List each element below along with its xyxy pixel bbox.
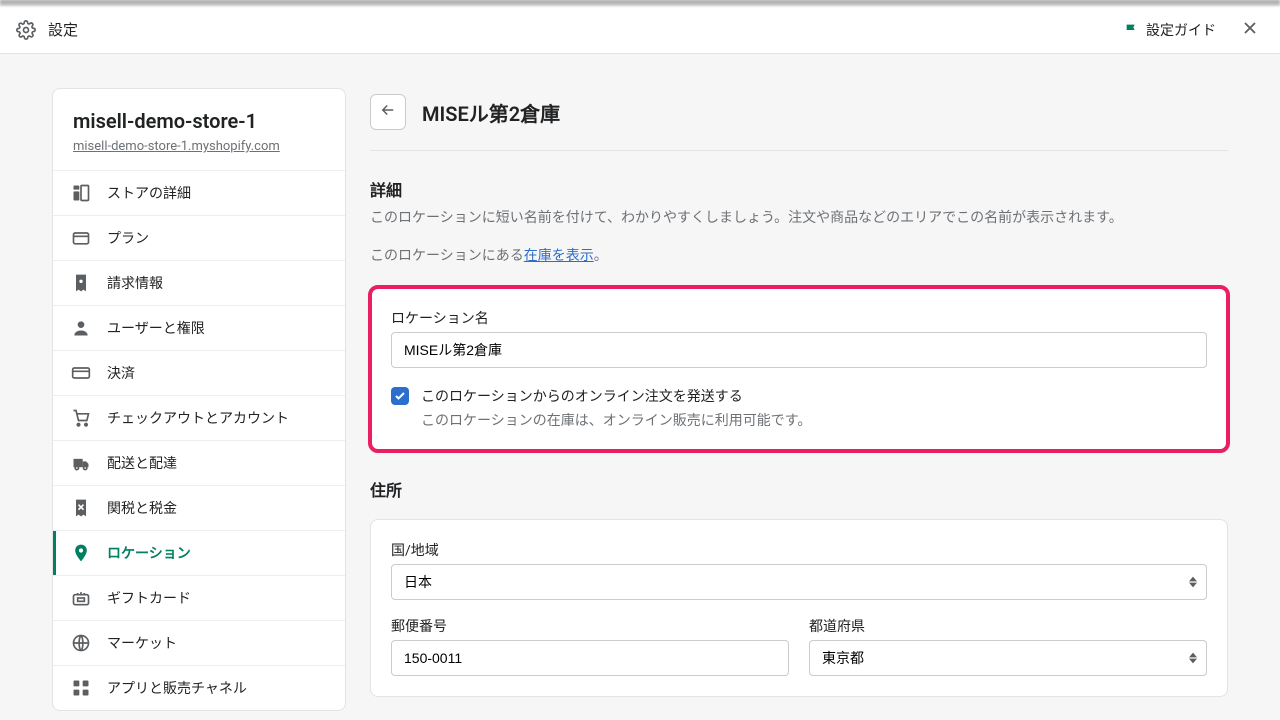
show-inventory-link[interactable]: 在庫を表示 <box>524 248 594 264</box>
fulfill-online-checkbox[interactable] <box>391 387 409 405</box>
fulfill-online-help: このロケーションの在庫は、オンライン販売に利用可能です。 <box>421 410 811 430</box>
shipping-delivery-icon <box>71 453 91 473</box>
inventory-prefix: このロケーションにある <box>370 248 524 264</box>
close-icon <box>1240 18 1260 42</box>
location-name-input[interactable] <box>391 332 1207 368</box>
postal-input[interactable] <box>391 640 789 676</box>
sidebar-item-payments[interactable]: 決済 <box>53 350 345 395</box>
sidebar-item-label: 請求情報 <box>107 273 163 293</box>
fulfill-online-label: このロケーションからのオンライン注文を発送する <box>421 386 811 406</box>
gift-cards-icon <box>71 588 91 608</box>
sidebar-item-store-details[interactable]: ストアの詳細 <box>53 170 345 215</box>
duties-taxes-icon <box>71 498 91 518</box>
flag-icon <box>1124 22 1140 38</box>
billing-icon <box>71 273 91 293</box>
settings-main: MISEル第2倉庫 詳細 このロケーションに短い名前を付けて、わかりやすくしまし… <box>370 88 1228 711</box>
details-description: このロケーションに短い名前を付けて、わかりやすくしましょう。注文や商品などのエリ… <box>370 207 1228 231</box>
settings-topbar: 設定 設定ガイド <box>0 6 1280 54</box>
close-button[interactable] <box>1236 16 1264 44</box>
sidebar-item-label: アプリと販売チャネル <box>107 678 247 698</box>
payments-icon <box>71 363 91 383</box>
address-card: 国/地域 日本 郵便番号 都道府県 <box>370 519 1228 697</box>
prefecture-select[interactable]: 東京都 <box>809 640 1207 676</box>
country-select[interactable]: 日本 <box>391 564 1207 600</box>
sidebar-item-duties-taxes[interactable]: 関税と税金 <box>53 485 345 530</box>
sidebar-item-plan[interactable]: プラン <box>53 215 345 260</box>
sidebar-item-gift-cards[interactable]: ギフトカード <box>53 575 345 620</box>
prefecture-label: 都道府県 <box>809 616 1207 636</box>
store-name: misell-demo-store-1 <box>73 109 325 133</box>
arrow-left-icon <box>379 101 397 123</box>
sidebar-item-users-permissions[interactable]: ユーザーと権限 <box>53 305 345 350</box>
sidebar-item-label: 関税と税金 <box>107 498 177 518</box>
back-button[interactable] <box>370 94 406 130</box>
sidebar-item-checkout-accounts[interactable]: チェックアウトとアカウント <box>53 395 345 440</box>
inventory-link-row: このロケーションにある在庫を表示。 <box>370 245 1228 269</box>
page-title: MISEル第2倉庫 <box>422 98 560 127</box>
markets-icon <box>71 633 91 653</box>
settings-guide-link[interactable]: 設定ガイド <box>1124 20 1216 40</box>
inventory-suffix: 。 <box>594 248 608 264</box>
gear-icon <box>16 20 36 40</box>
sidebar-item-apps-channels[interactable]: アプリと販売チャネル <box>53 665 345 710</box>
sidebar-item-label: プラン <box>107 228 149 248</box>
sidebar-item-billing[interactable]: 請求情報 <box>53 260 345 305</box>
settings-title: 設定 <box>48 19 78 40</box>
sidebar-item-label: 決済 <box>107 363 135 383</box>
location-name-card: ロケーション名 このロケーションからのオンライン注文を発送する このロケーション… <box>370 287 1228 451</box>
sidebar-item-label: ギフトカード <box>107 588 191 608</box>
sidebar-item-label: ロケーション <box>107 543 191 563</box>
browser-chrome-blur <box>0 0 1280 6</box>
sidebar-item-markets[interactable]: マーケット <box>53 620 345 665</box>
sidebar-item-locations[interactable]: ロケーション <box>53 530 345 575</box>
sidebar-item-label: ユーザーと権限 <box>107 318 205 338</box>
sidebar-item-label: 配送と配達 <box>107 453 177 473</box>
settings-nav: ストアの詳細プラン請求情報ユーザーと権限決済チェックアウトとアカウント配送と配達… <box>53 170 345 710</box>
store-url-link[interactable]: misell-demo-store-1.myshopify.com <box>73 139 325 154</box>
sidebar-item-label: マーケット <box>107 633 177 653</box>
locations-icon <box>71 543 91 563</box>
store-details-icon <box>71 183 91 203</box>
settings-sidebar: misell-demo-store-1 misell-demo-store-1.… <box>52 88 346 711</box>
users-permissions-icon <box>71 318 91 338</box>
details-heading: 詳細 <box>370 177 1228 201</box>
location-name-label: ロケーション名 <box>391 308 1207 328</box>
plan-icon <box>71 228 91 248</box>
details-section: 詳細 このロケーションに短い名前を付けて、わかりやすくしましょう。注文や商品など… <box>370 177 1228 451</box>
checkout-accounts-icon <box>71 408 91 428</box>
country-label: 国/地域 <box>391 540 1207 560</box>
address-section: 住所 国/地域 日本 郵便番号 <box>370 477 1228 697</box>
settings-guide-label: 設定ガイド <box>1146 20 1216 40</box>
address-heading: 住所 <box>370 477 1228 501</box>
sidebar-item-shipping-delivery[interactable]: 配送と配達 <box>53 440 345 485</box>
sidebar-item-label: チェックアウトとアカウント <box>107 408 289 428</box>
apps-channels-icon <box>71 678 91 698</box>
sidebar-item-label: ストアの詳細 <box>107 183 191 203</box>
postal-label: 郵便番号 <box>391 616 789 636</box>
